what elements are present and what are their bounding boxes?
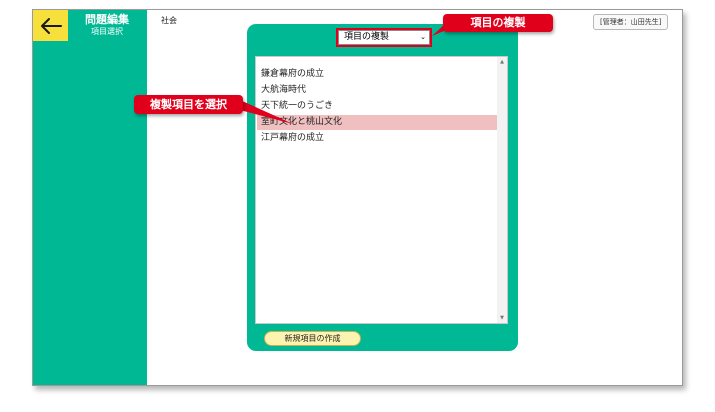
scroll-down-icon[interactable]: ▼ — [497, 315, 507, 321]
list-item[interactable]: 江戸幕府の成立 — [257, 131, 497, 146]
list-item[interactable]: 天下統一のうごき — [257, 99, 497, 114]
action-dropdown[interactable]: 項目の複製 ⌄ — [338, 30, 430, 45]
copy-callout: 項目の複製 — [443, 14, 553, 32]
subject-label: 社会 — [161, 16, 177, 25]
item-list[interactable]: 鎌倉幕府の成立 大航海時代 天下統一のうごき 室町文化と桃山文化 江戸幕府の成立… — [255, 56, 508, 324]
list-item-selected[interactable]: 室町文化と桃山文化 — [257, 115, 497, 130]
dropdown-selected-value: 項目の複製 — [344, 32, 390, 42]
back-button[interactable] — [33, 10, 68, 41]
select-callout: 複製項目を選択 — [134, 95, 243, 114]
create-item-button[interactable]: 新規項目の作成 — [264, 331, 361, 346]
arrow-left-icon — [40, 17, 62, 34]
admin-badge: [管理者：山田先生] — [593, 14, 669, 30]
list-scrollbar[interactable]: ▲ ▼ — [497, 57, 507, 323]
list-item[interactable]: 鎌倉幕府の成立 — [257, 67, 497, 82]
page-title-block: 問題編集 項目選択 — [72, 13, 142, 37]
page-title: 問題編集 — [85, 13, 129, 26]
scroll-up-icon[interactable]: ▲ — [497, 59, 507, 65]
page-subtitle: 項目選択 — [91, 27, 123, 36]
sidebar: 問題編集 項目選択 — [33, 10, 147, 385]
list-item[interactable]: 大航海時代 — [257, 83, 497, 98]
chevron-down-icon: ⌄ — [420, 33, 426, 41]
